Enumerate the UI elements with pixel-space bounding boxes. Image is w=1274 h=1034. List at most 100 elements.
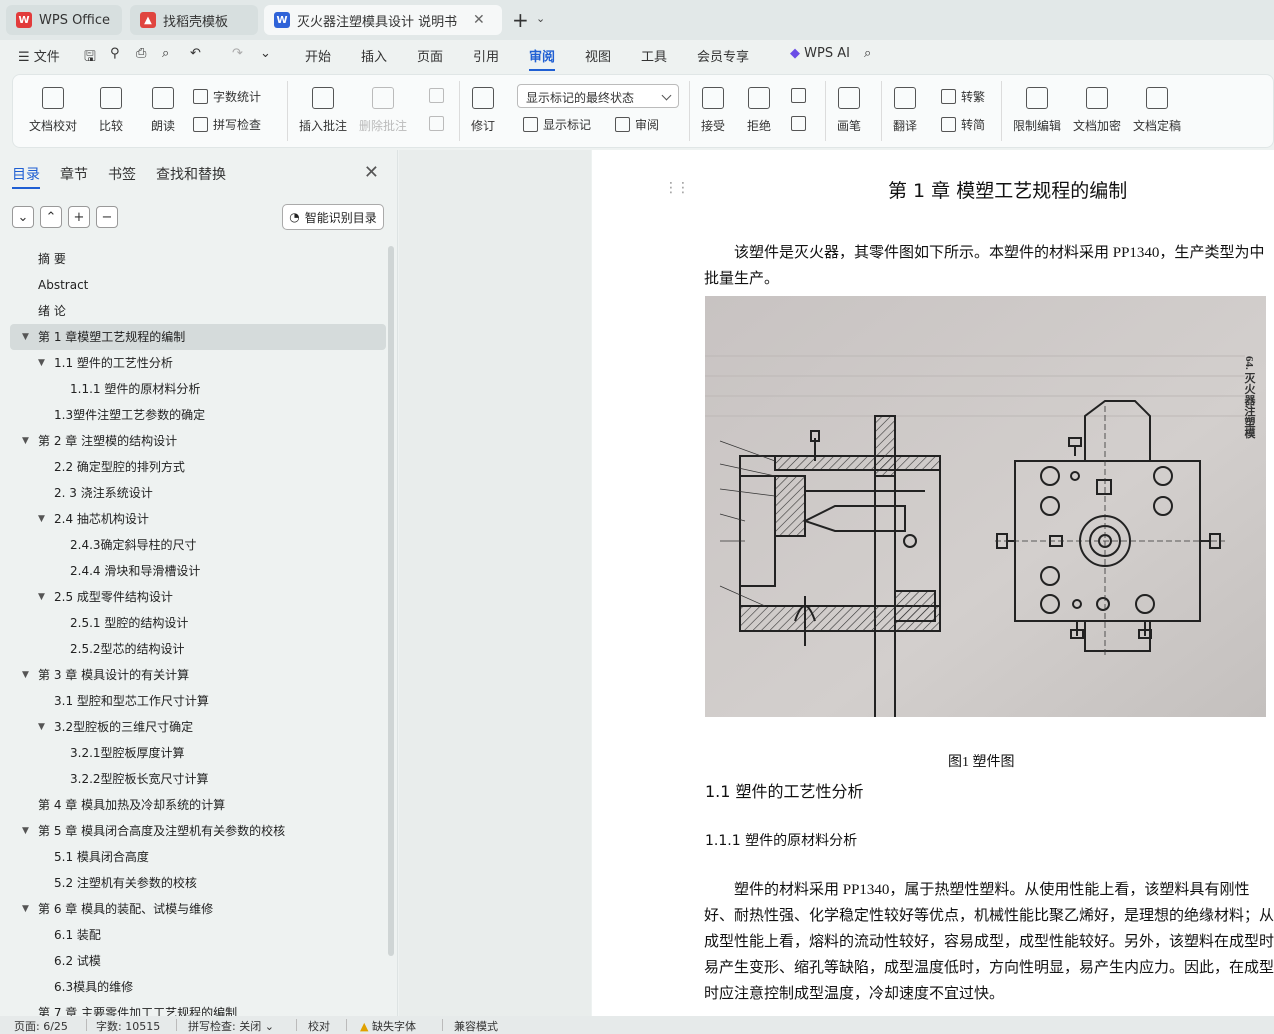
- expand-arrow-icon[interactable]: ▼: [22, 428, 29, 454]
- menu-tools[interactable]: 工具: [641, 46, 667, 65]
- toc-item[interactable]: ▼ 1.1 塑件的工艺性分析: [0, 350, 388, 376]
- tab-template[interactable]: ▲ 找稻壳模板: [130, 5, 258, 35]
- revise-button[interactable]: 修订: [471, 87, 495, 134]
- accept-button[interactable]: 接受: [701, 87, 725, 134]
- menu-references[interactable]: 引用: [473, 46, 499, 65]
- file-menu[interactable]: ☰ 文件: [18, 46, 60, 65]
- toc-item[interactable]: ▼ 第 2 章 注塑模的结构设计: [0, 428, 388, 454]
- toc-item[interactable]: 2.2 确定型腔的排列方式: [0, 454, 388, 480]
- remove-heading-button[interactable]: −: [96, 206, 118, 228]
- menu-insert[interactable]: 插入: [361, 46, 387, 65]
- next-comment-button[interactable]: [429, 116, 449, 131]
- toc-item[interactable]: 2.5.1 型腔的结构设计: [0, 610, 388, 636]
- toc-item[interactable]: ▼ 第 3 章 模具设计的有关计算: [0, 662, 388, 688]
- chevron-down-icon[interactable]: ⌄: [536, 12, 545, 25]
- page-indicator[interactable]: 页面: 6/25: [14, 1018, 68, 1034]
- add-heading-button[interactable]: +: [68, 206, 90, 228]
- nav-tab-find-replace[interactable]: 查找和替换: [156, 164, 226, 189]
- toc-item[interactable]: 2. 3 浇注系统设计: [0, 480, 388, 506]
- toc-item[interactable]: 6.3模具的维修: [0, 974, 388, 1000]
- undo-icon[interactable]: ↶: [190, 46, 201, 61]
- toc-item[interactable]: 2.4.3确定斜导柱的尺寸: [0, 532, 388, 558]
- toc-item[interactable]: 摘 要: [0, 246, 388, 272]
- word-count-button[interactable]: 字数统计: [193, 88, 261, 105]
- ink-button[interactable]: 画笔: [837, 87, 861, 134]
- toc-item[interactable]: ▼ 第 5 章 模具闭合高度及注塑机有关参数的校核: [0, 818, 388, 844]
- expand-arrow-icon[interactable]: ▼: [38, 506, 45, 532]
- markup-state-select[interactable]: 显示标记的最终状态: [517, 84, 679, 108]
- toc-item[interactable]: 6.2 试模: [0, 948, 388, 974]
- new-tab-icon[interactable]: +: [512, 8, 529, 32]
- next-change-button[interactable]: [791, 116, 811, 131]
- expand-arrow-icon[interactable]: ▼: [38, 350, 45, 376]
- reject-button[interactable]: 拒绝: [747, 87, 771, 134]
- expand-arrow-icon[interactable]: ▼: [38, 584, 45, 610]
- toc-item[interactable]: 第 4 章 模具加热及冷却系统的计算: [0, 792, 388, 818]
- toc-item[interactable]: 1.3塑件注塑工艺参数的确定: [0, 402, 388, 428]
- toc-item[interactable]: ▼ 第 6 章 模具的装配、试模与维修: [0, 896, 388, 922]
- to-traditional-button[interactable]: 转繁: [941, 88, 985, 105]
- doc-check-button[interactable]: 文档校对: [29, 87, 77, 134]
- redo-icon[interactable]: ↷: [232, 46, 243, 61]
- proof-status[interactable]: 校对: [308, 1018, 330, 1034]
- toc-item[interactable]: ▼ 第 1 章模塑工艺规程的编制: [10, 324, 386, 350]
- toc-item[interactable]: 3.2.1型腔板厚度计算: [0, 740, 388, 766]
- expand-arrow-icon[interactable]: ▼: [22, 818, 29, 844]
- expand-arrow-icon[interactable]: ▼: [22, 896, 29, 922]
- expand-arrow-icon[interactable]: ▼: [22, 662, 29, 688]
- smart-toc-button[interactable]: ◔ 智能识别目录: [282, 204, 384, 230]
- review-pane-button[interactable]: 审阅: [615, 116, 659, 133]
- finalize-button[interactable]: 文档定稿: [1133, 87, 1181, 134]
- collapse-up-button[interactable]: ⌃: [40, 206, 62, 228]
- toc-item[interactable]: 2.5.2型芯的结构设计: [0, 636, 388, 662]
- compare-button[interactable]: 比较: [99, 87, 123, 134]
- close-tab-icon[interactable]: ✕: [473, 12, 485, 28]
- toc-item[interactable]: 3.2.2型腔板长宽尺寸计算: [0, 766, 388, 792]
- share-icon[interactable]: ⚲: [110, 46, 120, 61]
- to-simplified-button[interactable]: 转简: [941, 116, 985, 133]
- menu-member[interactable]: 会员专享: [697, 46, 749, 65]
- encrypt-button[interactable]: 文档加密: [1073, 87, 1121, 134]
- show-markup-button[interactable]: 显示标记: [523, 116, 591, 133]
- drag-handle-icon[interactable]: ⋮⋮: [664, 180, 690, 196]
- wps-ai-button[interactable]: ◆ WPS AI: [790, 46, 850, 61]
- prev-comment-button[interactable]: [429, 88, 449, 103]
- menu-page[interactable]: 页面: [417, 46, 443, 65]
- print-preview-icon[interactable]: ⌕: [162, 46, 169, 61]
- toc-item[interactable]: Abstract: [0, 272, 388, 298]
- save-icon[interactable]: 🖫: [84, 46, 96, 70]
- insert-comment-button[interactable]: 插入批注: [299, 87, 347, 134]
- toc-item[interactable]: 1.1.1 塑件的原材料分析: [0, 376, 388, 402]
- more-icon[interactable]: ⌄: [260, 46, 271, 61]
- expand-arrow-icon[interactable]: ▼: [22, 324, 29, 350]
- nav-tab-toc[interactable]: 目录: [12, 164, 40, 189]
- menu-review[interactable]: 审阅: [529, 46, 556, 71]
- toc-item[interactable]: ▼ 2.4 抽芯机构设计: [0, 506, 388, 532]
- menu-home[interactable]: 开始: [305, 46, 331, 65]
- toc-item[interactable]: 3.1 型腔和型芯工作尺寸计算: [0, 688, 388, 714]
- word-count[interactable]: 字数: 10515: [96, 1018, 160, 1034]
- print-icon[interactable]: ⎙: [136, 46, 146, 61]
- translate-button[interactable]: 翻译: [893, 87, 917, 134]
- spell-check-status[interactable]: 拼写检查: 关闭 ⌄: [188, 1018, 274, 1034]
- toc-item[interactable]: ▼ 2.5 成型零件结构设计: [0, 584, 388, 610]
- scrollbar[interactable]: [388, 246, 394, 956]
- toc-item[interactable]: 6.1 装配: [0, 922, 388, 948]
- restrict-edit-button[interactable]: 限制编辑: [1013, 87, 1061, 134]
- toc-item[interactable]: 绪 论: [0, 298, 388, 324]
- tab-wps-office[interactable]: W WPS Office: [6, 5, 122, 35]
- part-drawing-image[interactable]: 64. 灭火器注塑模: [705, 296, 1266, 727]
- expand-arrow-icon[interactable]: ▼: [38, 714, 45, 740]
- prev-change-button[interactable]: [791, 88, 811, 103]
- menu-view[interactable]: 视图: [585, 46, 611, 65]
- search-icon[interactable]: ⌕: [864, 46, 871, 61]
- missing-font-status[interactable]: ▲ 缺失字体: [360, 1018, 416, 1034]
- spell-check-button[interactable]: 拼写检查: [193, 116, 261, 133]
- expand-down-button[interactable]: ⌄: [12, 206, 34, 228]
- tab-document[interactable]: W 灭火器注塑模具设计 说明书（ ✕: [264, 5, 502, 35]
- toc-item[interactable]: 2.4.4 滑块和导滑槽设计: [0, 558, 388, 584]
- read-aloud-button[interactable]: 朗读: [151, 87, 175, 134]
- toc-item[interactable]: ▼ 3.2型腔板的三维尺寸确定: [0, 714, 388, 740]
- toc-item[interactable]: 5.2 注塑机有关参数的校核: [0, 870, 388, 896]
- delete-comment-button[interactable]: 删除批注: [359, 87, 407, 134]
